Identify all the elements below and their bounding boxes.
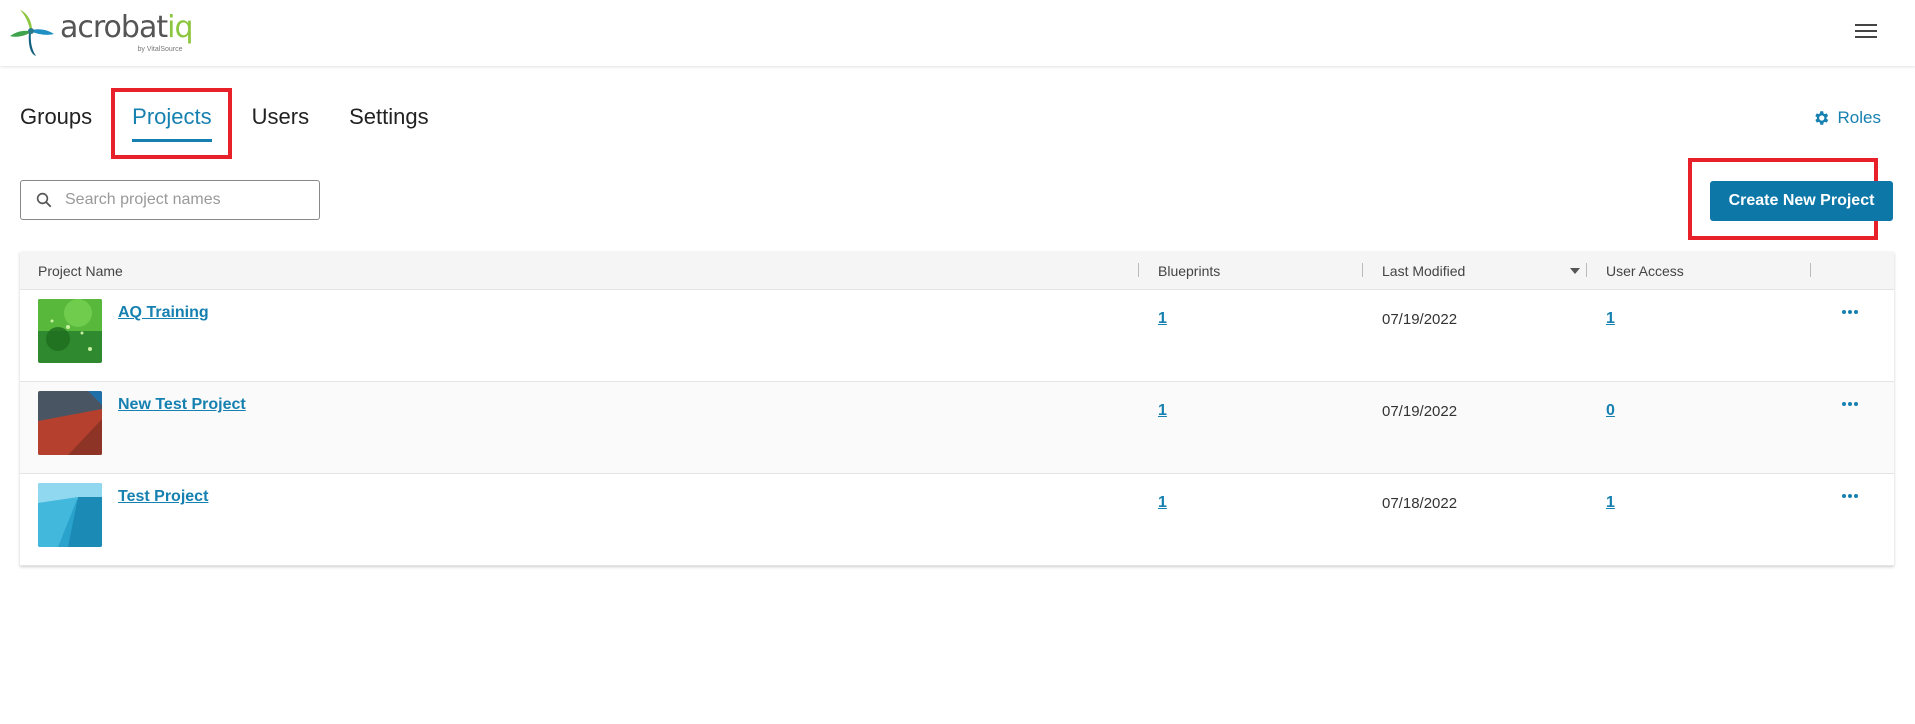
more-options-icon[interactable] [1842,310,1860,314]
logo-byline: by VitalSource [137,46,183,53]
project-thumbnail[interactable] [38,483,102,547]
hamburger-menu-icon[interactable] [1855,24,1877,42]
blueprints-count-link[interactable]: 1 [1158,494,1167,512]
blueprints-count-link[interactable]: 1 [1158,402,1167,420]
tab-settings[interactable]: Settings [349,104,429,142]
project-thumbnail[interactable] [38,299,102,363]
table-row: AQ Training 1 07/19/2022 1 [20,290,1894,382]
last-modified-date: 07/19/2022 [1382,311,1458,328]
main-tabs: Groups Projects Users Settings [20,104,469,142]
gear-icon [1814,111,1828,125]
tab-groups[interactable]: Groups [20,104,92,142]
user-access-count-link[interactable]: 0 [1606,402,1615,420]
project-name-link[interactable]: AQ Training [118,304,209,322]
search-icon [35,191,53,209]
search-box [20,180,320,220]
project-name-link[interactable]: New Test Project [118,396,246,414]
blueprints-count-link[interactable]: 1 [1158,310,1167,328]
column-divider[interactable] [1362,263,1363,277]
acrobatiq-logo[interactable]: acrobatiq by VitalSource [10,8,194,58]
header-blueprints[interactable]: Blueprints [1158,263,1220,279]
sort-descending-icon[interactable] [1570,268,1580,274]
more-options-icon[interactable] [1842,494,1860,498]
create-new-project-button[interactable]: Create New Project [1710,181,1893,221]
table-header: Project Name Blueprints Last Modified Us… [20,252,1894,290]
search-input[interactable] [65,191,305,209]
project-name-link[interactable]: Test Project [118,488,208,506]
column-divider[interactable] [1810,263,1811,277]
table-row: Test Project 1 07/18/2022 1 [20,474,1894,566]
tab-users[interactable]: Users [252,104,309,142]
projects-table: Project Name Blueprints Last Modified Us… [20,252,1894,566]
roles-link[interactable]: Roles [1812,108,1881,128]
project-thumbnail[interactable] [38,391,102,455]
more-options-icon[interactable] [1842,402,1860,406]
last-modified-date: 07/18/2022 [1382,495,1458,512]
header-user-access[interactable]: User Access [1606,263,1684,279]
column-divider[interactable] [1138,263,1139,277]
last-modified-date: 07/19/2022 [1382,403,1458,420]
header-project-name[interactable]: Project Name [38,263,123,279]
roles-label: Roles [1837,108,1881,127]
header-last-modified[interactable]: Last Modified [1382,263,1465,279]
user-access-count-link[interactable]: 1 [1606,494,1615,512]
app-header: acrobatiq by VitalSource [0,0,1915,66]
projects-tab-highlight [111,88,232,159]
user-access-count-link[interactable]: 1 [1606,310,1615,328]
logo-mark-icon [10,8,56,58]
logo-text: acrobatiq by VitalSource [60,10,194,54]
table-row: New Test Project 1 07/19/2022 0 [20,382,1894,474]
column-divider[interactable] [1586,263,1587,277]
